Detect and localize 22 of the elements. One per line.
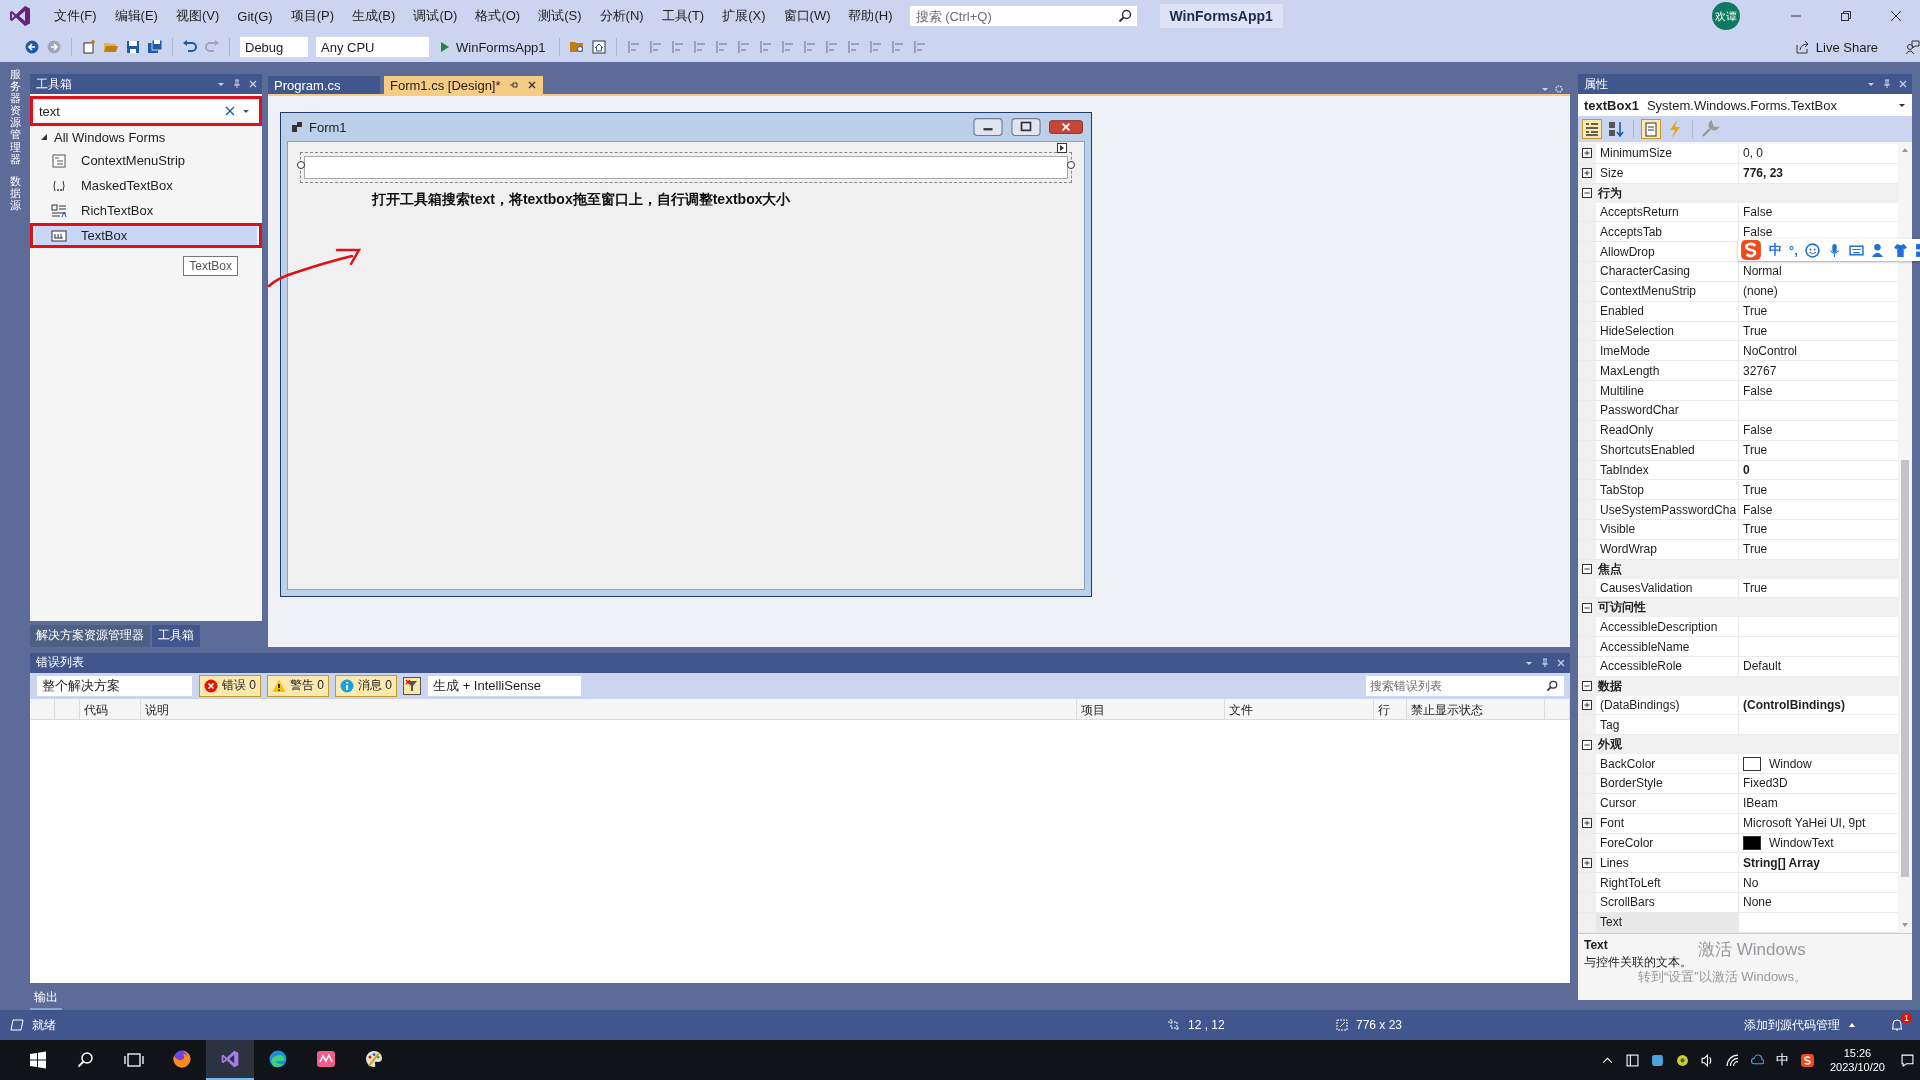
status-text: 就绪 <box>32 1016 56 1034</box>
solution-name: WinFormsApp1 <box>1159 4 1283 28</box>
description-text: 与控件关联的文本。 <box>1584 954 1692 970</box>
size-readout: 776 x 23 <box>1356 1018 1404 1032</box>
tooltip: TextBox <box>183 256 238 276</box>
category-label: 焦点 <box>1598 560 1622 578</box>
panel-title: 错误列表 <box>36 654 84 672</box>
category-label: 可访问性 <box>1598 599 1646 617</box>
form-title: Form1 <box>309 119 347 135</box>
category-label: 数据 <box>1598 677 1622 695</box>
object-type: System.Windows.Forms.TextBox <box>1646 97 1837 113</box>
notification-badge: 1 <box>1901 1013 1912 1023</box>
activation-notice: 激活 Windows <box>1698 939 1806 961</box>
category-label: 外观 <box>1598 736 1622 754</box>
object-name: textBox1 <box>1584 97 1639 113</box>
position-readout: 12 , 12 <box>1188 1018 1226 1032</box>
panel-title: 工具箱 <box>36 75 72 93</box>
panel-title: 属性 <box>1584 75 1608 93</box>
description-title: Text <box>1584 938 1608 952</box>
category-label: 行为 <box>1598 184 1622 202</box>
activation-notice: 转到“设置”以激活 Windows。 <box>1638 968 1807 986</box>
annotation-text: 打开工具箱搜索text，将textbox拖至窗口上，自行调整textbox大小 <box>370 191 792 209</box>
